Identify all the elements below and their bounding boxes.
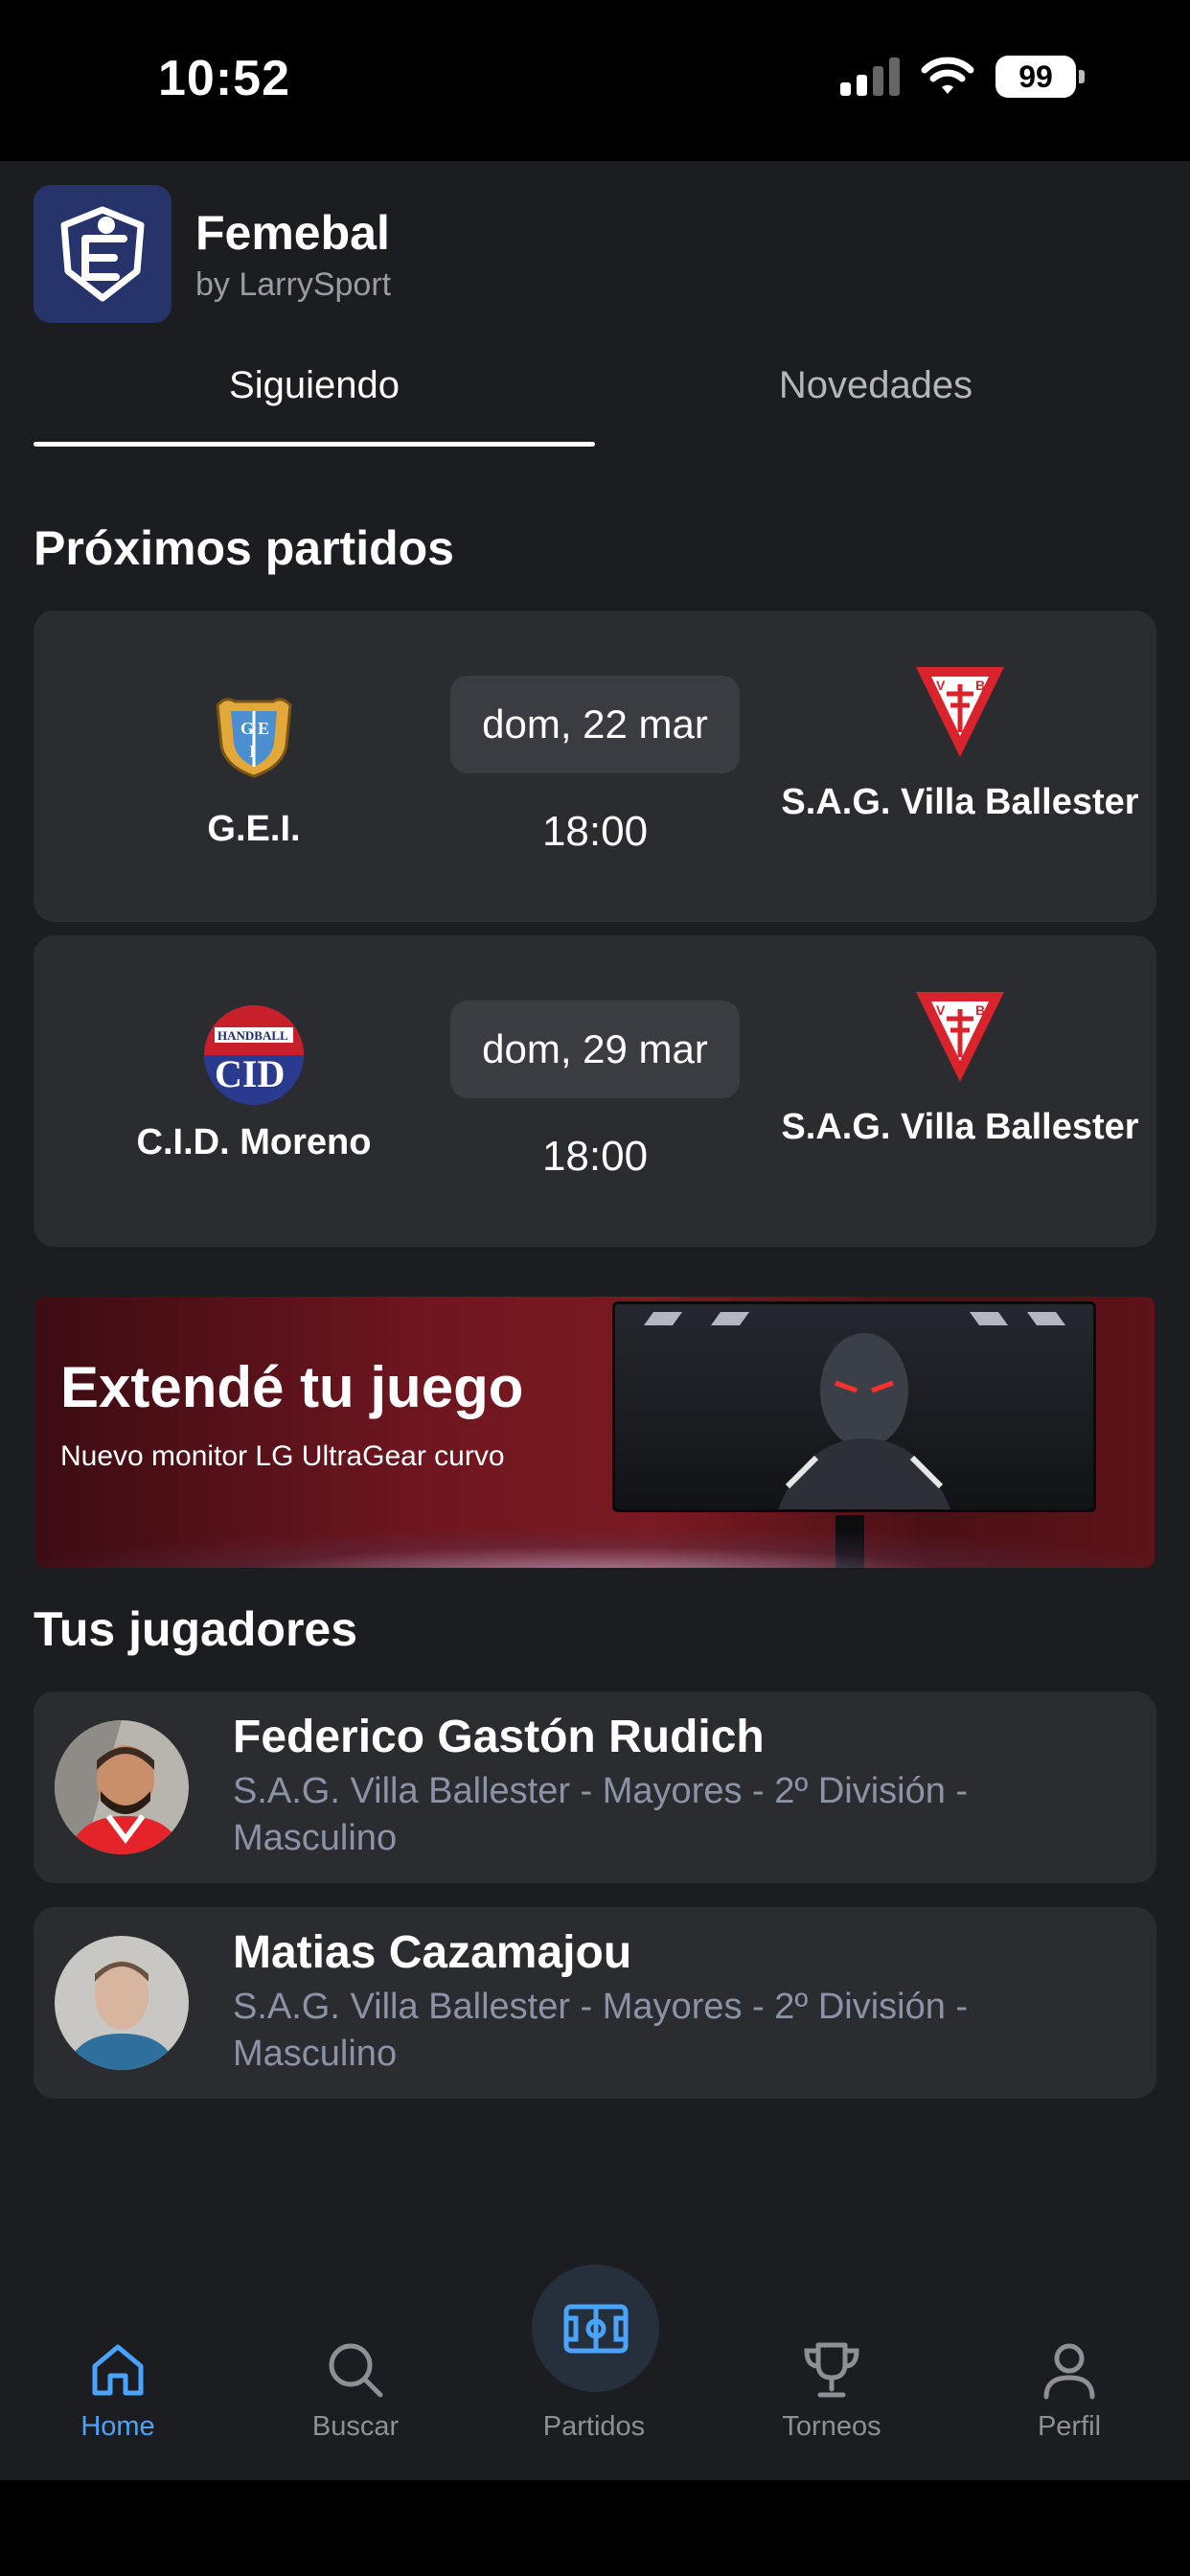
svg-text:G: G xyxy=(240,719,254,738)
wifi-icon xyxy=(921,57,974,94)
app-header: Femebal by LarrySport xyxy=(34,185,391,323)
player-name: Matias Cazamajou xyxy=(233,1927,632,1978)
home-team: HANDBALL CID C.I.D. Moreno xyxy=(62,935,446,1247)
player-card[interactable]: Matias Cazamajou S.A.G. Villa Ballester … xyxy=(34,1907,1156,2099)
bottom-tab-bar: Home Buscar Partidos Torneos Perfil xyxy=(0,2265,1190,2480)
ad-subline: Nuevo monitor LG UltraGear curvo xyxy=(60,1440,505,1472)
svg-text:I: I xyxy=(249,742,256,761)
villa-ballester-crest-icon: V B xyxy=(907,983,1013,1089)
trophy-icon xyxy=(801,2336,862,2404)
player-name: Federico Gastón Rudich xyxy=(233,1712,765,1762)
app-by-line: by LarrySport xyxy=(195,265,392,303)
player-card[interactable]: Federico Gastón Rudich S.A.G. Villa Ball… xyxy=(34,1691,1156,1883)
away-team: V B S.A.G. Villa Ballester xyxy=(768,935,1152,1247)
match-info: dom, 22 mar 18:00 xyxy=(450,676,740,856)
status-icons: 99 xyxy=(840,56,1085,98)
svg-text:V: V xyxy=(936,1002,946,1018)
svg-text:CID: CID xyxy=(215,1052,285,1095)
svg-text:B: B xyxy=(975,1002,985,1018)
status-bar: 10:52 99 xyxy=(0,0,1190,161)
svg-text:B: B xyxy=(975,678,985,693)
home-team: G E I G.E.I. xyxy=(62,610,446,922)
status-time: 10:52 xyxy=(158,51,290,106)
match-info: dom, 29 mar 18:00 xyxy=(450,1000,740,1181)
cid-crest-icon: HANDBALL CID xyxy=(201,1002,307,1108)
tabbar-item-partidos[interactable]: Partidos xyxy=(498,2298,690,2480)
tabbar-item-perfil[interactable]: Perfil xyxy=(973,2298,1165,2480)
ad-banner[interactable]: Extendé tu juego Nuevo monitor LG UltraG… xyxy=(35,1297,1155,1568)
home-team-name: G.E.I. xyxy=(207,809,301,849)
gei-crest-icon: G E I xyxy=(201,681,307,787)
tabbar-label: Partidos xyxy=(542,2411,646,2442)
app-screen: Femebal by LarrySport Siguiendo Novedade… xyxy=(0,161,1190,2480)
away-team: V B S.A.G. Villa Ballester xyxy=(768,610,1152,922)
match-date: dom, 22 mar xyxy=(450,676,740,773)
match-date: dom, 29 mar xyxy=(450,1000,740,1098)
person-icon xyxy=(1039,2336,1100,2404)
away-team-name: S.A.G. Villa Ballester xyxy=(781,1107,1139,1147)
tabbar-label: Torneos xyxy=(782,2411,881,2442)
away-team-name: S.A.G. Villa Ballester xyxy=(781,782,1139,822)
match-card[interactable]: G E I G.E.I. dom, 22 mar 18:00 V B S.A.G… xyxy=(34,610,1156,922)
match-time: 18:00 xyxy=(541,1133,649,1180)
home-indicator-area xyxy=(0,2480,1190,2576)
player-avatar xyxy=(55,1936,189,2070)
ad-headline: Extendé tu juego xyxy=(60,1355,524,1419)
player-avatar xyxy=(55,1720,189,1854)
home-icon xyxy=(87,2336,149,2404)
tab-novedades[interactable]: Novedades xyxy=(595,353,1156,458)
player-team: S.A.G. Villa Ballester - Mayores - 2º Di… xyxy=(233,1771,969,1858)
match-time: 18:00 xyxy=(541,808,649,855)
tabbar-item-buscar[interactable]: Buscar xyxy=(260,2298,451,2480)
svg-text:V: V xyxy=(936,678,946,693)
tabbar-item-home[interactable]: Home xyxy=(22,2298,214,2480)
ad-glow xyxy=(35,1530,1155,1568)
svg-text:HANDBALL: HANDBALL xyxy=(217,1028,288,1043)
monitor-image xyxy=(612,1301,1096,1512)
top-tabs: Siguiendo Novedades xyxy=(34,353,1156,458)
battery-level: 99 xyxy=(995,56,1076,98)
svg-text:E: E xyxy=(258,719,269,738)
villa-ballester-crest-icon: V B xyxy=(907,658,1013,764)
search-icon xyxy=(325,2336,386,2404)
match-card[interactable]: HANDBALL CID C.I.D. Moreno dom, 29 mar 1… xyxy=(34,935,1156,1247)
players-title: Tus jugadores xyxy=(34,1602,358,1656)
femebal-logo-icon xyxy=(34,185,172,323)
tabbar-label: Buscar xyxy=(311,2411,400,2442)
tabbar-label: Home xyxy=(80,2411,155,2442)
tab-siguiendo[interactable]: Siguiendo xyxy=(34,353,595,458)
home-team-name: C.I.D. Moreno xyxy=(136,1122,372,1162)
tabbar-label: Perfil xyxy=(1037,2411,1102,2442)
battery-icon: 99 xyxy=(995,56,1085,98)
tabbar-item-torneos[interactable]: Torneos xyxy=(736,2298,927,2480)
upcoming-matches-title: Próximos partidos xyxy=(34,521,454,575)
player-team: S.A.G. Villa Ballester - Mayores - 2º Di… xyxy=(233,1987,969,2074)
app-name: Femebal xyxy=(195,205,390,260)
signal-icon xyxy=(840,58,900,96)
